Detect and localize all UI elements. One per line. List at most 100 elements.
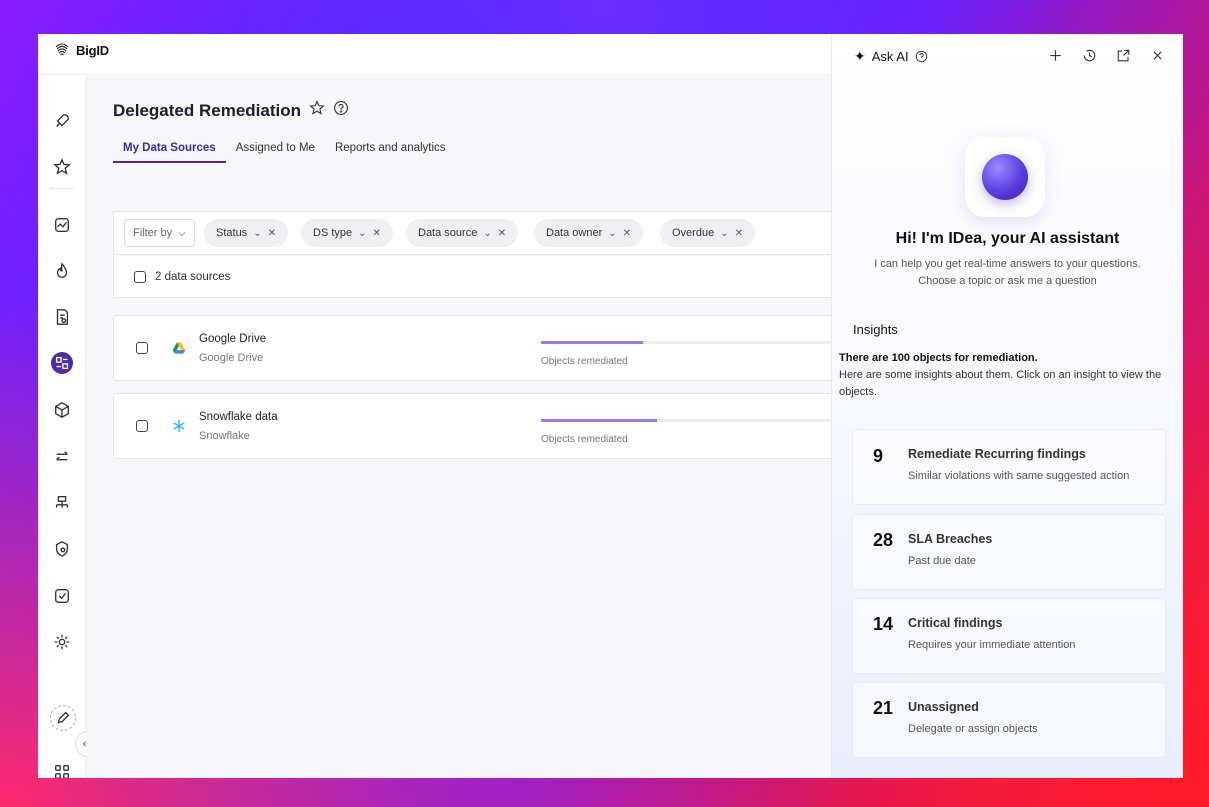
sidebar-item-settings[interactable]: [51, 631, 73, 653]
filter-chip-status[interactable]: Status ⌄ ✕: [204, 219, 288, 247]
chip-label: Data source: [418, 227, 478, 239]
help-icon[interactable]: [915, 50, 928, 63]
top-bar: BigID: [38, 34, 831, 75]
insight-description: Delegate or assign objects: [908, 723, 1038, 735]
checkbox-icon: [55, 589, 69, 603]
tab-assigned-to-me[interactable]: Assigned to Me: [226, 142, 325, 163]
sidebar-item-catalog[interactable]: [51, 306, 73, 328]
ai-panel-title: ✦ Ask AI: [854, 48, 928, 65]
close-icon[interactable]: ✕: [735, 228, 743, 239]
filter-chip-data-owner[interactable]: Data owner ⌄ ✕: [534, 219, 644, 247]
insight-count: 21: [873, 698, 894, 718]
progress-label: Objects remediated: [541, 356, 628, 367]
filter-bar: Filter by ⌵ Status ⌄ ✕ DS type ⌄ ✕ Data …: [113, 211, 831, 255]
page-title: Delegated Remediation: [113, 100, 301, 120]
shield-search-icon: [55, 541, 69, 557]
gear-icon: [54, 634, 70, 650]
tabs: My Data Sources Assigned to Me Reports a…: [113, 142, 456, 163]
remediation-icon: [55, 356, 69, 370]
sidebar-item-dashboard[interactable]: [51, 214, 73, 236]
row-checkbox[interactable]: [136, 342, 148, 354]
chevron-down-icon: ⌵: [178, 227, 186, 239]
progress-fill: [541, 341, 643, 344]
grid-icon: [55, 765, 69, 778]
sidebar-item-inventory[interactable]: [51, 399, 73, 421]
sidebar-item-edit[interactable]: [50, 705, 76, 731]
chevron-down-icon: ⌄: [720, 227, 729, 239]
ai-title-text: Ask AI: [871, 49, 909, 64]
insight-description: Requires your immediate attention: [908, 639, 1076, 651]
rocket-icon: [56, 114, 69, 127]
sidebar-item-tasks[interactable]: [51, 585, 73, 607]
ai-orb-icon: [982, 154, 1028, 200]
main-content: Delegated Remediation My Data Sources As…: [87, 74, 831, 778]
close-panel-button[interactable]: [1149, 47, 1165, 63]
tab-reports-and-analytics[interactable]: Reports and analytics: [325, 142, 456, 163]
app-window: BigID ‹ Delegated Remediation My Data So…: [38, 34, 1183, 778]
data-source-type: Google Drive: [199, 352, 264, 364]
insight-title: Critical findings: [908, 616, 1003, 630]
chevron-down-icon: ⌄: [358, 227, 367, 239]
help-icon[interactable]: [333, 100, 349, 121]
filter-chip-data-source[interactable]: Data source ⌄ ✕: [406, 219, 519, 247]
remediation-progress-bar: [541, 341, 831, 344]
filter-chip-overdue[interactable]: Overdue ⌄ ✕: [660, 219, 755, 247]
close-icon[interactable]: ✕: [268, 228, 276, 239]
close-icon[interactable]: ✕: [373, 228, 381, 239]
data-source-name: Snowflake data: [199, 411, 278, 423]
progress-fill: [541, 419, 657, 422]
cube-icon: [55, 402, 69, 418]
ai-subtitle: I can help you get real-time answers to …: [832, 256, 1183, 290]
close-icon: [1152, 50, 1162, 60]
select-all-row: 2 data sources: [113, 256, 831, 298]
new-chat-button[interactable]: [1047, 47, 1063, 63]
ai-subtitle-line: I can help you get real-time answers to …: [874, 258, 1141, 270]
close-icon[interactable]: ✕: [498, 228, 506, 239]
filter-chip-ds-type[interactable]: DS type ⌄ ✕: [301, 219, 393, 247]
sidebar-item-favorites[interactable]: [51, 156, 73, 178]
chip-label: Status: [216, 227, 248, 239]
insight-title: SLA Breaches: [908, 532, 993, 546]
data-source-row[interactable]: Snowflake data Snowflake Objects remedia…: [113, 393, 831, 459]
pop-out-button[interactable]: [1115, 47, 1131, 63]
data-source-type: Snowflake: [199, 430, 250, 442]
hierarchy-icon: [55, 496, 69, 508]
ask-ai-panel: ✦ Ask AI Hi! I'm IDea, your AI assistant…: [831, 34, 1183, 778]
data-source-row[interactable]: Google Drive Google Drive Objects remedi…: [113, 315, 831, 381]
logo-text: BigID: [76, 42, 109, 58]
remediation-progress-bar: [541, 419, 831, 422]
sidebar-item-remediation[interactable]: [51, 352, 73, 374]
tab-my-data-sources[interactable]: My Data Sources: [113, 142, 226, 163]
insight-card[interactable]: 14 Critical findings Requires your immed…: [852, 598, 1166, 674]
row-checkbox[interactable]: [136, 420, 148, 432]
arrows-swap-icon: [56, 451, 68, 461]
sidebar: [38, 74, 87, 778]
sidebar-item-risk[interactable]: [51, 260, 73, 282]
select-all-checkbox[interactable]: [134, 270, 146, 283]
logo[interactable]: BigID: [52, 40, 109, 60]
history-button[interactable]: [1081, 47, 1097, 63]
progress-label: Objects remediated: [541, 434, 628, 445]
star-icon: [53, 158, 71, 175]
close-icon[interactable]: ✕: [623, 228, 631, 239]
insight-description: Past due date: [908, 555, 976, 567]
insights-summary: There are 100 objects for remediation.: [839, 352, 1038, 364]
sidebar-item-transfers[interactable]: [51, 446, 73, 468]
sidebar-item-lineage[interactable]: [51, 492, 73, 514]
insight-card[interactable]: 28 SLA Breaches Past due date: [852, 514, 1166, 590]
sidebar-item-privacy[interactable]: [51, 538, 73, 560]
filter-by-dropdown[interactable]: Filter by ⌵: [124, 219, 195, 247]
data-source-count: 2 data sources: [155, 270, 231, 283]
insight-card[interactable]: 9 Remediate Recurring findings Similar v…: [852, 429, 1166, 505]
sidebar-item-rocket[interactable]: [51, 110, 73, 132]
chevron-down-icon: ⌄: [253, 227, 262, 239]
sidebar-item-apps[interactable]: [51, 761, 73, 778]
insights-description: Here are some insights about them. Click…: [839, 369, 1162, 398]
insight-count: 9: [873, 446, 884, 466]
chip-label: Overdue: [672, 227, 715, 239]
external-link-icon: [1117, 49, 1129, 61]
ai-panel-header: ✦ Ask AI: [832, 34, 1183, 78]
favorite-star-icon[interactable]: [309, 100, 325, 121]
insight-card[interactable]: 21 Unassigned Delegate or assign objects: [852, 682, 1166, 758]
fingerprint-logo-icon: [55, 43, 69, 56]
